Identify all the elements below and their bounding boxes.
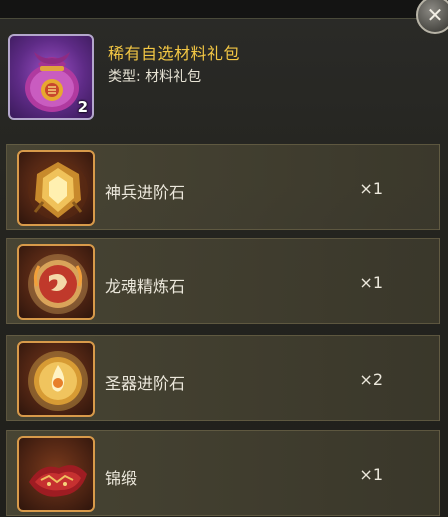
item-quantity: ×1 [359,273,383,292]
golden-gem-stone-icon [28,160,88,220]
item-icon-frame[interactable] [17,244,95,320]
item-name: 神兵进阶石 [105,183,186,202]
golden-flame-orb-icon [28,351,88,411]
package-count: 2 [77,98,88,116]
item-quantity: ×1 [359,179,383,198]
item-name: 锦缎 [105,469,138,488]
item-quantity: ×2 [359,370,383,389]
purple-pouch-icon [25,52,79,112]
package-title: 稀有自选材料礼包 [108,44,241,63]
list-item[interactable]: 神兵进阶石 ×1 [6,144,440,230]
package-icon-frame[interactable]: 2 [8,34,94,120]
item-icon-frame[interactable] [17,436,95,512]
list-item[interactable]: 圣器进阶石 ×2 [6,335,440,421]
package-type: 类型: 材料礼包 [108,69,202,85]
item-name: 龙魂精炼石 [105,277,186,296]
list-item[interactable]: 龙魂精炼石 ×1 [6,238,440,324]
item-icon-frame[interactable] [17,341,95,417]
list-item[interactable]: 锦缎 ×1 [6,430,440,516]
item-name: 圣器进阶石 [105,374,186,393]
close-icon: ✕ [426,3,444,27]
red-dragon-orb-icon [28,254,88,314]
red-brocade-cloth-icon [29,465,87,497]
item-icon-frame[interactable] [17,150,95,226]
item-quantity: ×1 [359,465,383,484]
package-header: 2 稀有自选材料礼包 类型: 材料礼包 [6,34,442,126]
